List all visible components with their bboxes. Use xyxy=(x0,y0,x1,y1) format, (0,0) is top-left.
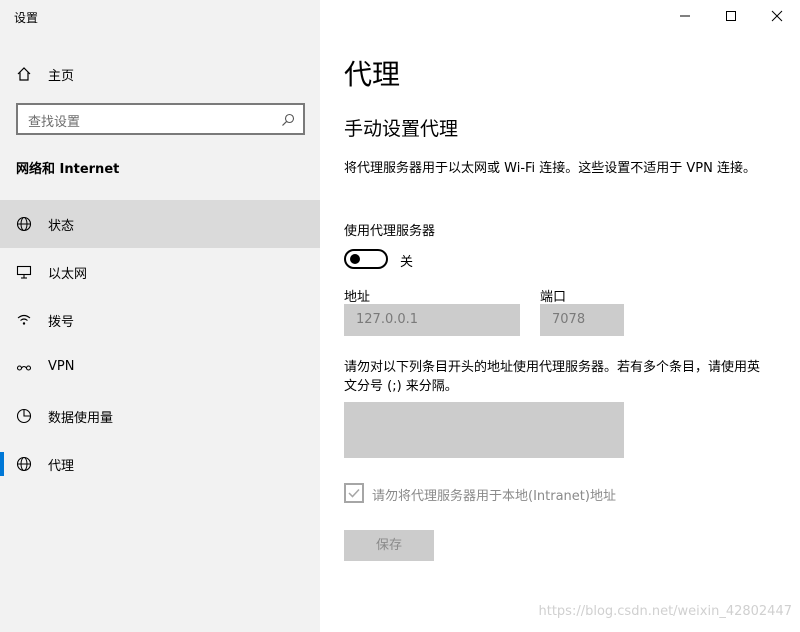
search-icon[interactable] xyxy=(281,112,295,126)
sidebar-item-label: 数据使用量 xyxy=(48,411,114,426)
home-link[interactable]: 主页 xyxy=(0,56,320,92)
bypass-local-checkbox[interactable] xyxy=(344,483,364,503)
close-icon xyxy=(771,10,783,22)
exceptions-description: 请勿对以下列条目开头的地址使用代理服务器。若有多个条目，请使用英文分号 (;) … xyxy=(344,360,761,394)
minimize-icon xyxy=(680,15,690,17)
sidebar: 设置 主页 查找设置 网络和 Internet 状态 以太网 拨号 VPN 数据… xyxy=(0,0,320,632)
sidebar-item-label: 以太网 xyxy=(48,267,88,282)
bypass-local-label: 请勿将代理服务器用于本地(Intranet)地址 xyxy=(372,489,616,504)
vpn-icon xyxy=(16,360,32,376)
sidebar-item-ethernet[interactable]: 以太网 xyxy=(0,248,320,296)
toggle-knob xyxy=(350,254,360,264)
window-title: 设置 xyxy=(14,11,39,25)
maximize-icon xyxy=(726,11,736,21)
check-icon xyxy=(348,488,360,498)
page-title: 代理 xyxy=(344,58,401,91)
home-icon xyxy=(16,66,32,82)
dialup-icon xyxy=(16,312,32,328)
toggle-state: 关 xyxy=(400,255,414,270)
sidebar-item-dialup[interactable]: 拨号 xyxy=(0,296,320,344)
globe-status-icon xyxy=(16,216,32,232)
sidebar-item-vpn[interactable]: VPN xyxy=(0,344,320,392)
section-heading: 网络和 Internet xyxy=(16,162,120,177)
proxy-toggle[interactable] xyxy=(344,249,388,269)
address-value: 127.0.0.1 xyxy=(356,312,419,327)
minimize-button[interactable] xyxy=(662,0,708,32)
port-value: 7078 xyxy=(552,312,586,327)
search-placeholder: 查找设置 xyxy=(28,115,81,130)
sidebar-item-label: 拨号 xyxy=(48,315,75,330)
active-indicator xyxy=(0,452,4,476)
exceptions-textarea[interactable] xyxy=(344,402,624,458)
maximize-button[interactable] xyxy=(708,0,754,32)
toggle-label: 使用代理服务器 xyxy=(344,224,436,239)
sidebar-item-status[interactable]: 状态 xyxy=(0,200,320,248)
address-label: 地址 xyxy=(344,290,371,305)
sidebar-item-proxy[interactable]: 代理 xyxy=(0,440,320,488)
search-input[interactable]: 查找设置 xyxy=(16,103,305,135)
section-title: 手动设置代理 xyxy=(344,118,459,140)
sidebar-item-label: 代理 xyxy=(48,459,75,474)
sidebar-item-data-usage[interactable]: 数据使用量 xyxy=(0,392,320,440)
sidebar-item-label: 状态 xyxy=(48,219,75,234)
save-button[interactable]: 保存 xyxy=(344,530,434,561)
close-button[interactable] xyxy=(754,0,800,32)
ethernet-icon xyxy=(16,264,32,280)
watermark: https://blog.csdn.net/weixin_42802447 xyxy=(538,604,792,619)
proxy-description: 将代理服务器用于以太网或 Wi-Fi 连接。这些设置不适用于 VPN 连接。 xyxy=(344,161,757,176)
port-label: 端口 xyxy=(540,290,567,305)
main-panel: 代理 手动设置代理 将代理服务器用于以太网或 Wi-Fi 连接。这些设置不适用于… xyxy=(320,0,800,632)
port-field[interactable]: 7078 xyxy=(540,304,624,336)
sidebar-item-label: VPN xyxy=(48,359,75,374)
data-usage-icon xyxy=(16,408,32,424)
address-field[interactable]: 127.0.0.1 xyxy=(344,304,520,336)
home-label: 主页 xyxy=(48,69,75,84)
globe-icon xyxy=(16,456,32,472)
